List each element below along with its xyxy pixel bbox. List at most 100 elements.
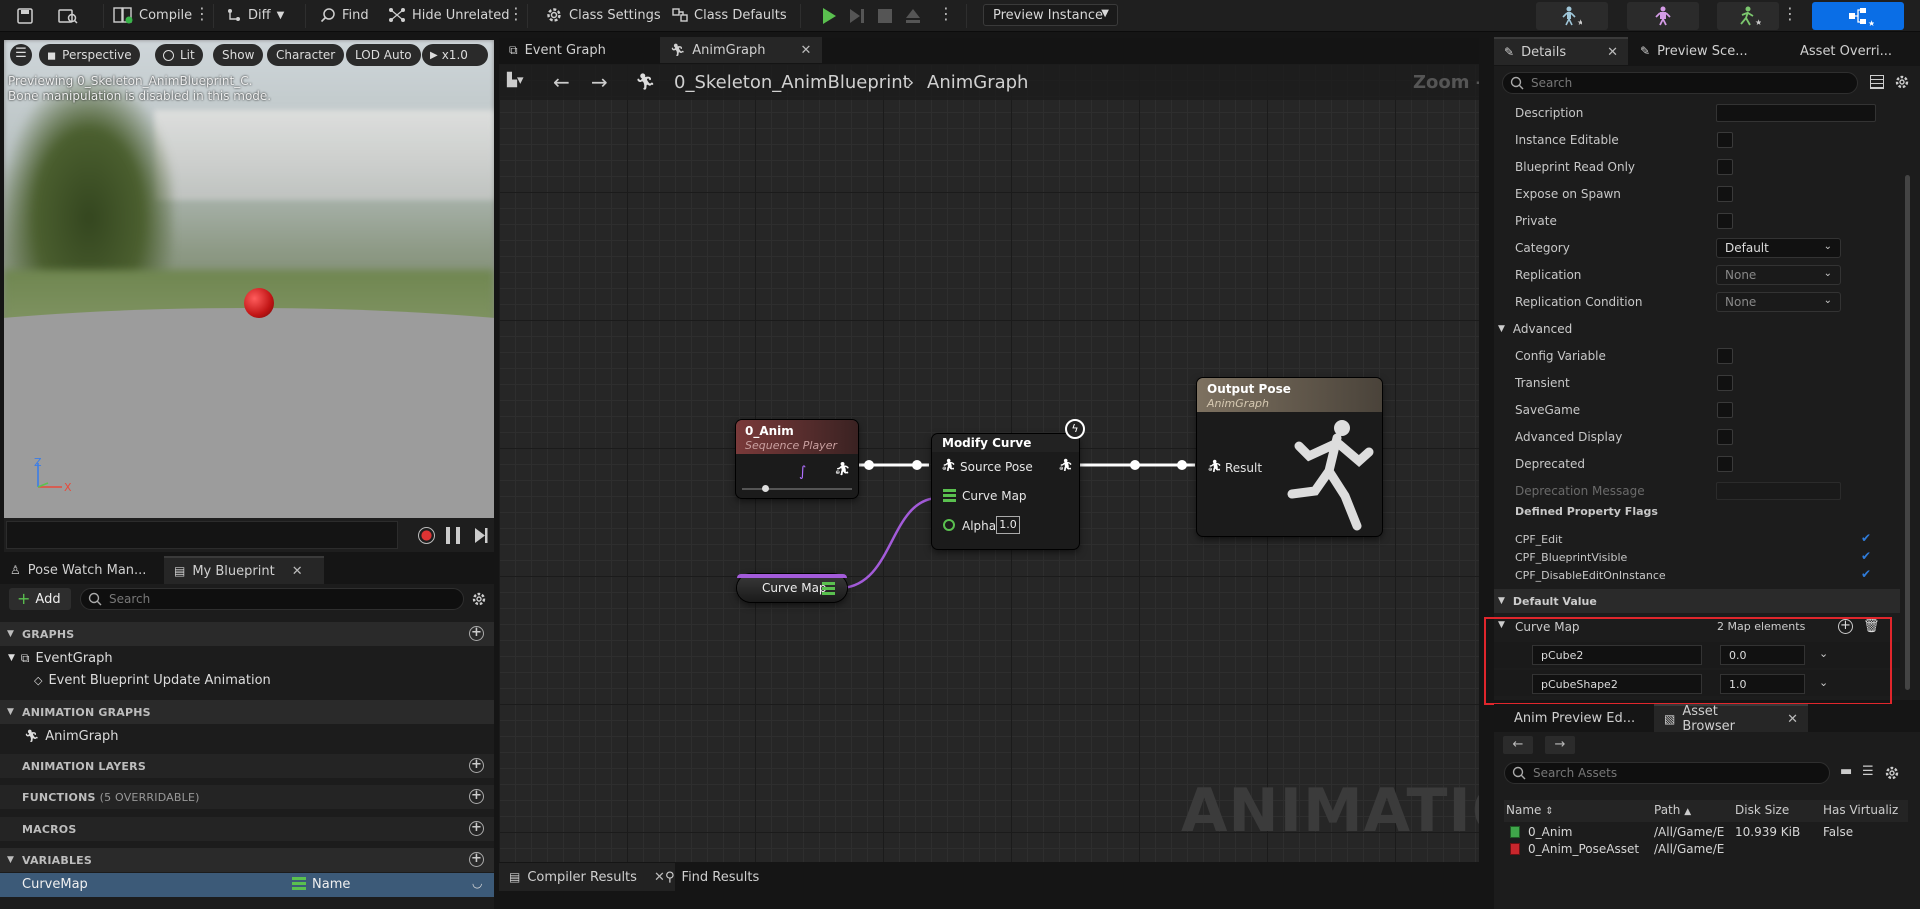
table-view-icon[interactable] — [1870, 75, 1884, 89]
details-scrollbar[interactable] — [1905, 175, 1910, 690]
deprecated-checkbox[interactable] — [1717, 456, 1733, 472]
asset-back-button[interactable]: ← — [1503, 736, 1533, 754]
map-value-input[interactable]: 0.0 — [1720, 645, 1805, 665]
prop-description-input[interactable] — [1716, 104, 1876, 122]
compile-button[interactable]: Compile — [113, 4, 192, 26]
tab-compiler-results[interactable]: ▤ Compiler Results ✕ — [499, 863, 675, 891]
class-settings-button[interactable]: Class Settings — [545, 4, 661, 26]
perspective-button[interactable]: ◼ Perspective — [39, 44, 140, 66]
diff-button[interactable]: Diff ▼ — [226, 4, 284, 26]
asset-forward-button[interactable]: → — [1545, 736, 1575, 754]
expose-on-spawn-checkbox[interactable] — [1717, 186, 1733, 202]
chevron-down-icon[interactable]: ⌄ — [1819, 676, 1828, 689]
hide-unrelated-button[interactable]: Hide Unrelated — [388, 4, 510, 26]
browse-icon[interactable] — [58, 7, 78, 25]
blueprint-mode-button[interactable]: ★ — [1812, 2, 1904, 30]
preview-viewport[interactable]: ☰ ◼ Perspective Lit Show Character LOD Au… — [4, 40, 494, 518]
curve-map-row[interactable]: ▼ Curve Map 2 Map elements + 🗑︎ — [1494, 615, 1900, 639]
tree-item-event-update[interactable]: ◇ Event Blueprint Update Animation — [34, 669, 271, 691]
pose-pin-icon[interactable]: ⛹︎ — [834, 462, 851, 477]
add-macro-icon[interactable]: + — [469, 821, 484, 836]
details-search-input[interactable]: Search — [1502, 72, 1858, 94]
category-dropdown[interactable]: Default ⌄ — [1716, 238, 1841, 258]
add-variable-icon[interactable]: + — [469, 852, 484, 867]
close-icon[interactable]: ✕ — [801, 43, 812, 58]
play-position-slider[interactable] — [742, 485, 852, 492]
trash-icon[interactable]: 🗑︎ — [1863, 619, 1880, 634]
tab-details[interactable]: ✎ Details ✕ — [1494, 37, 1628, 65]
column-virtualized[interactable]: Has Virtualiz — [1823, 803, 1898, 817]
advanced-display-checkbox[interactable] — [1717, 429, 1733, 445]
stop-icon[interactable] — [877, 8, 893, 24]
savegame-checkbox[interactable] — [1717, 402, 1733, 418]
tab-find-results[interactable]: ⚲ Find Results — [655, 863, 769, 891]
add-layer-icon[interactable]: + — [469, 758, 484, 773]
step-forward-icon[interactable] — [473, 527, 489, 544]
pause-button[interactable] — [446, 527, 460, 544]
record-button[interactable] — [418, 527, 435, 544]
pose-pin-icon[interactable]: ⛹︎ — [1058, 458, 1073, 472]
section-advanced[interactable]: ▼ Advanced — [1494, 318, 1900, 340]
asset-search-input[interactable]: Search Assets — [1504, 762, 1830, 784]
asset-row[interactable]: 0_Anim /All/Game/E 10.939 KiB False — [1504, 824, 1908, 841]
animation-mode-button[interactable]: ★ — [1717, 2, 1779, 30]
section-graphs[interactable]: ▼ GRAPHS + — [0, 622, 494, 646]
variable-row-curvemap[interactable]: CurveMap Name ◡ — [0, 873, 494, 897]
blueprint-search-input[interactable]: Search — [80, 588, 464, 610]
map-pin-icon[interactable] — [822, 582, 835, 595]
lit-button[interactable]: Lit — [155, 44, 203, 66]
tree-item-eventgraph[interactable]: ▼ ⧉ EventGraph — [0, 647, 494, 669]
filter-icon[interactable]: ☰ — [1862, 764, 1874, 779]
playback-speed-button[interactable]: ▶ x1.0 — [422, 44, 488, 66]
section-functions[interactable]: FUNCTIONS (5 OVERRIDABLE) + — [0, 785, 494, 809]
tab-anim-preview-editor[interactable]: Anim Preview Ed... — [1504, 704, 1645, 732]
lod-button[interactable]: LOD Auto — [346, 44, 421, 66]
map-key-input[interactable]: pCube2 — [1532, 645, 1702, 665]
tab-asset-override[interactable]: Asset Overri... — [1790, 37, 1902, 65]
tab-asset-browser[interactable]: ▧ Asset Browser ✕ — [1654, 704, 1808, 734]
alpha-value-input[interactable]: 1.0 — [996, 516, 1020, 534]
section-default-value[interactable]: ▼ Default Value — [1494, 589, 1900, 613]
hide-unrelated-options-button[interactable]: ⋮ — [508, 4, 524, 26]
blueprint-read-only-checkbox[interactable] — [1717, 159, 1733, 175]
section-animation-layers[interactable]: ANIMATION LAYERS + — [0, 754, 494, 778]
folder-icon[interactable]: ▬ — [1840, 764, 1852, 779]
eject-icon[interactable] — [904, 7, 922, 25]
show-button[interactable]: Show — [213, 44, 264, 66]
gear-icon[interactable] — [1884, 765, 1900, 781]
find-button[interactable]: Find — [320, 4, 369, 26]
skeleton-mode-button[interactable]: ★ — [1536, 2, 1608, 30]
float-pin-icon[interactable] — [943, 519, 955, 531]
preview-instance-dropdown[interactable]: Preview Instance ▼ — [983, 4, 1118, 26]
map-value-input[interactable]: 1.0 — [1720, 674, 1805, 694]
tab-my-blueprint[interactable]: ▤ My Blueprint ✕ — [164, 556, 324, 584]
class-defaults-button[interactable]: Class Defaults — [672, 4, 787, 26]
visibility-eye-icon[interactable]: ◡ — [472, 876, 482, 890]
add-button[interactable]: + Add — [9, 588, 71, 610]
column-disk-size[interactable]: Disk Size — [1735, 803, 1789, 817]
section-macros[interactable]: MACROS + — [0, 817, 494, 841]
close-icon[interactable]: ✕ — [1607, 45, 1618, 60]
column-path[interactable]: Path ▲ — [1654, 803, 1691, 817]
config-variable-checkbox[interactable] — [1717, 348, 1733, 364]
node-curve-map-variable[interactable]: Curve Map — [737, 574, 847, 602]
pose-pin-icon[interactable]: ⛹︎ — [941, 458, 956, 472]
asset-row[interactable]: 0_Anim_PoseAsset /All/Game/E — [1504, 841, 1908, 858]
transient-checkbox[interactable] — [1717, 375, 1733, 391]
mesh-mode-button[interactable] — [1627, 2, 1699, 30]
slider-knob[interactable] — [762, 485, 769, 492]
tab-preview-scene[interactable]: ✎ Preview Sce... — [1630, 37, 1758, 65]
close-icon[interactable]: ✕ — [292, 564, 303, 579]
add-graph-icon[interactable]: + — [469, 626, 484, 641]
save-icon[interactable] — [16, 7, 34, 25]
add-function-icon[interactable]: + — [469, 789, 484, 804]
tab-pose-watch[interactable]: ♙ Pose Watch Man... — [0, 556, 156, 584]
node-modify-curve[interactable]: Modify Curve ϟ ⛹︎ Source Pose ⛹︎ Curve M… — [932, 419, 1085, 549]
column-name[interactable]: Name ⇕ — [1506, 803, 1554, 817]
graph-canvas[interactable]: ▙▾ ← → 🏃︎ 0_Skeleton_AnimBlueprint › Ani… — [499, 64, 1479, 862]
replication-condition-dropdown[interactable]: None ⌄ — [1716, 292, 1841, 312]
map-pin-icon[interactable] — [943, 489, 956, 502]
step-forward-icon[interactable] — [848, 7, 866, 25]
character-button[interactable]: Character — [267, 44, 345, 66]
play-options-button[interactable]: ⋮ — [938, 4, 954, 26]
